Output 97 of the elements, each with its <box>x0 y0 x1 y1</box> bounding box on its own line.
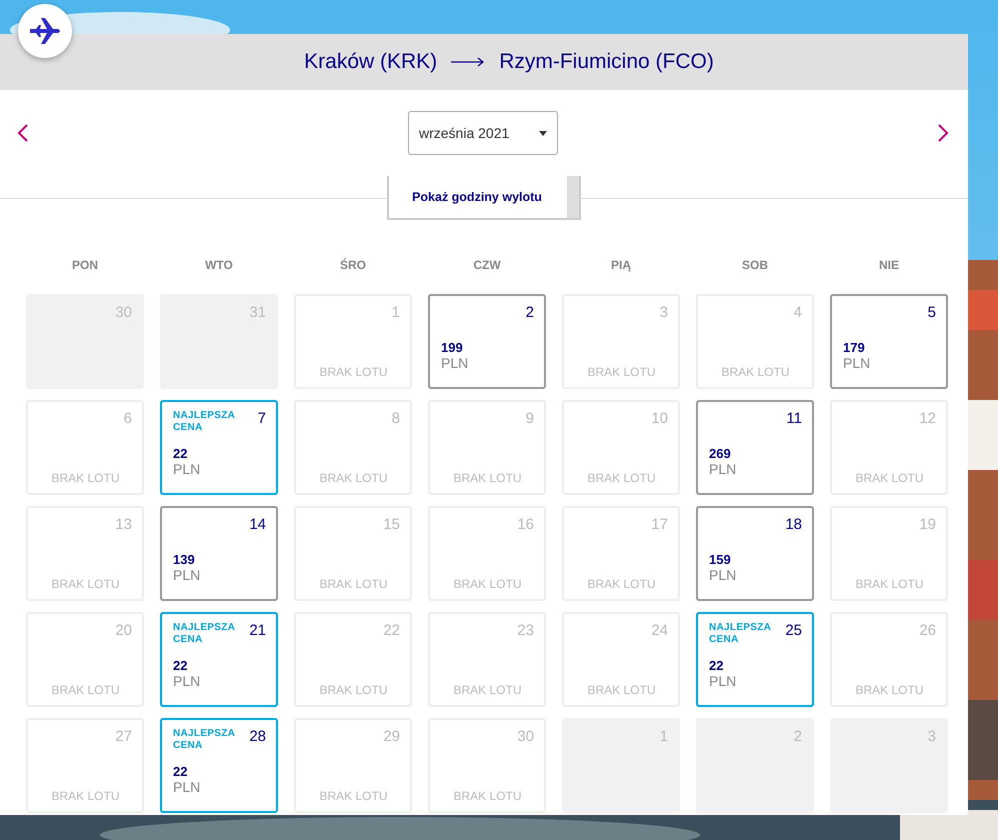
best-price-label: NAJLEPSZA CENA <box>173 410 236 434</box>
day-number: 29 <box>383 728 400 745</box>
no-flight-label: BRAK LOTU <box>452 683 522 697</box>
price: 22 <box>173 658 188 673</box>
day-cell[interactable]: NAJLEPSZA CENA 21 22 PLN <box>160 612 278 707</box>
origin-airport: Kraków (KRK) <box>304 50 438 74</box>
day-number: 21 <box>249 622 266 639</box>
no-flight-label: BRAK LOTU <box>586 577 656 591</box>
day-number: 14 <box>249 516 266 533</box>
day-number: 6 <box>124 410 132 427</box>
weekday-label: SOB <box>740 258 769 274</box>
price: 139 <box>173 552 196 567</box>
show-departure-times-button[interactable]: Pokaż godziny wylotu <box>387 176 581 220</box>
day-number: 15 <box>383 516 400 533</box>
day-number: 5 <box>928 304 936 321</box>
caret-icon <box>539 130 547 136</box>
no-flight-label: BRAK LOTU <box>854 683 924 697</box>
destination-airport: Rzym-Fiumicino (FCO) <box>499 50 714 74</box>
day-cell[interactable]: 18 159 PLN <box>696 506 814 601</box>
day-number: 30 <box>517 728 534 745</box>
no-flight-label: BRAK LOTU <box>318 683 388 697</box>
currency: PLN <box>173 567 202 583</box>
day-number: 24 <box>651 622 668 639</box>
day-cell[interactable]: NAJLEPSZA CENA 28 22 PLN <box>160 718 278 813</box>
day-number: 18 <box>785 516 802 533</box>
price: 179 <box>843 340 866 355</box>
day-number: 23 <box>517 622 534 639</box>
arrow-icon <box>451 57 486 67</box>
next-month-icon[interactable] <box>936 123 950 143</box>
day-number: 16 <box>517 516 534 533</box>
currency: PLN <box>173 673 202 689</box>
no-flight-label: BRAK LOTU <box>586 365 656 379</box>
price: 269 <box>709 446 732 461</box>
day-cell[interactable]: 11 269 PLN <box>696 400 814 495</box>
day-number: 19 <box>919 516 936 533</box>
day-number: 3 <box>660 304 668 321</box>
month-select[interactable]: września 2021 <box>408 111 558 155</box>
day-number: 9 <box>526 410 534 427</box>
weekday-label: ŚRO <box>338 258 367 274</box>
no-flight-label: BRAK LOTU <box>318 577 388 591</box>
currency: PLN <box>441 355 470 371</box>
day-number: 2 <box>526 304 534 321</box>
day-number: 26 <box>919 622 936 639</box>
day-number: 8 <box>392 410 400 427</box>
day-number: 28 <box>249 728 266 745</box>
price: 22 <box>173 764 188 779</box>
no-flight-label: BRAK LOTU <box>586 471 656 485</box>
day-number: 7 <box>258 410 266 427</box>
price: 22 <box>173 446 188 461</box>
no-flight-label: BRAK LOTU <box>452 789 522 803</box>
no-flight-label: BRAK LOTU <box>452 471 522 485</box>
day-cell[interactable]: 5 179 PLN <box>830 294 948 389</box>
day-cell[interactable]: 2 199 PLN <box>428 294 546 389</box>
no-flight-label: BRAK LOTU <box>854 577 924 591</box>
no-flight-label: BRAK LOTU <box>854 471 924 485</box>
best-price-label: NAJLEPSZA CENA <box>173 728 236 752</box>
price: 199 <box>441 340 464 355</box>
no-flight-label: BRAK LOTU <box>318 789 388 803</box>
no-flight-label: BRAK LOTU <box>50 789 120 803</box>
day-number: 22 <box>383 622 400 639</box>
no-flight-label: BRAK LOTU <box>586 683 656 697</box>
best-price-label: NAJLEPSZA CENA <box>709 622 772 646</box>
previous-month-icon[interactable] <box>16 123 30 143</box>
no-flight-label: BRAK LOTU <box>318 471 388 485</box>
weekday-label: PON <box>70 258 99 274</box>
weekday-label: WTO <box>204 258 234 274</box>
day-number: 4 <box>794 304 802 321</box>
currency: PLN <box>843 355 872 371</box>
price: 159 <box>709 552 732 567</box>
no-flight-label: BRAK LOTU <box>720 365 790 379</box>
no-flight-label: BRAK LOTU <box>50 577 120 591</box>
day-cell[interactable]: 14 139 PLN <box>160 506 278 601</box>
day-number: 1 <box>392 304 400 321</box>
currency: PLN <box>709 461 738 477</box>
price: 22 <box>709 658 724 673</box>
day-cell[interactable]: NAJLEPSZA CENA 25 22 PLN <box>696 612 814 707</box>
currency: PLN <box>173 461 202 477</box>
currency: PLN <box>709 673 738 689</box>
day-number: 20 <box>115 622 132 639</box>
no-flight-label: BRAK LOTU <box>50 471 120 485</box>
weekday-label: CZW <box>472 258 502 274</box>
day-number: 25 <box>785 622 802 639</box>
day-cell[interactable]: NAJLEPSZA CENA 7 22 PLN <box>160 400 278 495</box>
day-number: 17 <box>651 516 668 533</box>
no-flight-label: BRAK LOTU <box>452 577 522 591</box>
day-number: 12 <box>919 410 936 427</box>
best-price-label: NAJLEPSZA CENA <box>173 622 236 646</box>
currency: PLN <box>709 567 738 583</box>
no-flight-label: BRAK LOTU <box>50 683 120 697</box>
weekday-label: PIĄ <box>610 258 632 274</box>
currency: PLN <box>173 779 202 795</box>
day-number: 11 <box>786 410 802 427</box>
day-number: 27 <box>115 728 132 745</box>
weekday-label: NIE <box>878 258 900 274</box>
no-flight-label: BRAK LOTU <box>318 365 388 379</box>
day-number: 13 <box>115 516 132 533</box>
day-number: 10 <box>651 410 668 427</box>
